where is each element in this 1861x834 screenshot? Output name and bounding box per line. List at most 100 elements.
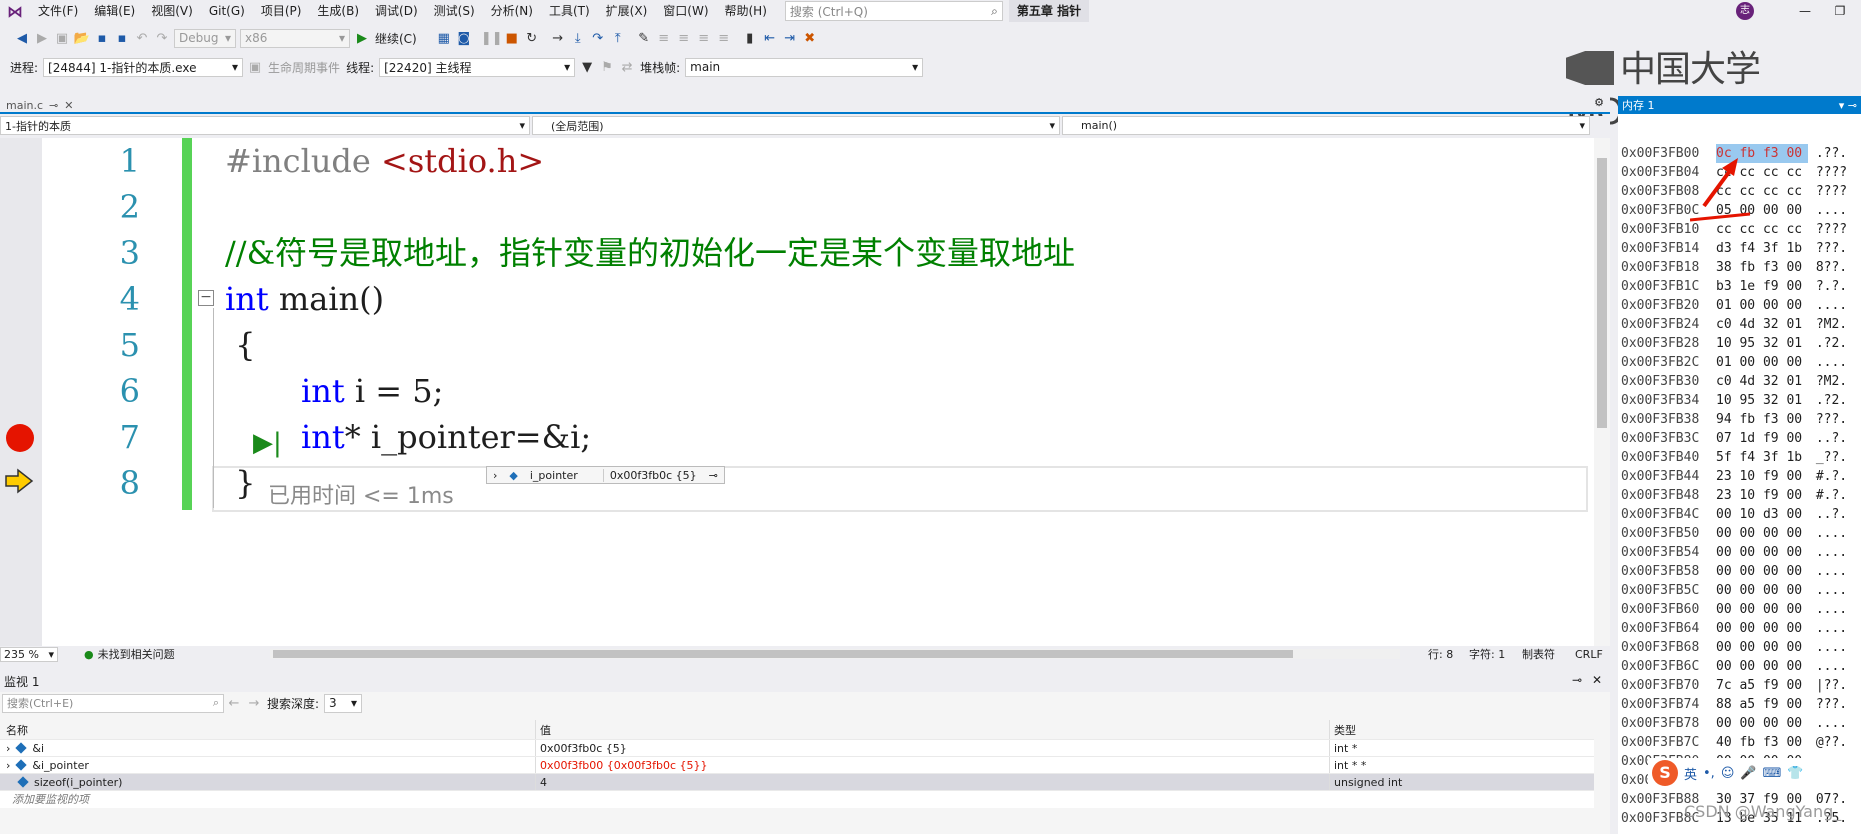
memory-row[interactable]: 0x00F3FB54 00 00 00 00 .... bbox=[1618, 543, 1861, 562]
menu-view[interactable]: 视图(V) bbox=[143, 0, 201, 22]
datatip[interactable]: › ◆ i_pointer 0x00f3fb0c {5} ⊸ bbox=[486, 466, 725, 484]
add-watch-item[interactable]: 添加要监视的项 bbox=[0, 791, 1594, 808]
pin-icon[interactable]: ⊸ bbox=[49, 99, 58, 112]
memory-bytes[interactable]: 40 fb f3 00 bbox=[1716, 733, 1808, 752]
horizontal-scrollbar[interactable] bbox=[270, 649, 1400, 659]
memory-bytes[interactable]: 00 00 00 00 bbox=[1716, 600, 1808, 619]
memory-row[interactable]: 0x00F3FB74 88 a5 f9 00 ???. bbox=[1618, 695, 1861, 714]
memory-row[interactable]: 0x00F3FB78 00 00 00 00 .... bbox=[1618, 714, 1861, 733]
memory-bytes[interactable]: c0 4d 32 01 bbox=[1716, 315, 1808, 334]
tab-main-c[interactable]: main.c ⊸ ✕ bbox=[0, 96, 79, 114]
memory-bytes[interactable]: 07 1d f9 00 bbox=[1716, 429, 1808, 448]
lifecycle-icon[interactable]: ▣ bbox=[245, 57, 265, 77]
forward-icon[interactable]: ▶ bbox=[32, 28, 52, 48]
memory-bytes[interactable]: 00 00 00 00 bbox=[1716, 543, 1808, 562]
menu-build[interactable]: 生成(B) bbox=[309, 0, 367, 22]
watch-search-input[interactable]: 搜索(Ctrl+E) ⌕ bbox=[2, 693, 224, 713]
search-back-icon[interactable]: ← bbox=[224, 693, 244, 713]
column-header-name[interactable]: 名称 bbox=[0, 720, 536, 739]
memory-row[interactable]: 0x00F3FB68 00 00 00 00 .... bbox=[1618, 638, 1861, 657]
column-header-type[interactable]: 类型 bbox=[1330, 720, 1594, 739]
save-all-icon[interactable]: ▪ bbox=[112, 28, 132, 48]
pin-icon[interactable]: ▾ ⊸ bbox=[1839, 99, 1857, 112]
menu-edit[interactable]: 编辑(E) bbox=[86, 0, 143, 22]
close-icon[interactable]: ✕ bbox=[1592, 673, 1602, 687]
memory-row[interactable]: 0x00F3FB30 c0 4d 32 01 ?M2. bbox=[1618, 372, 1861, 391]
bookmark-icon[interactable]: ▮ bbox=[740, 28, 760, 48]
search-forward-icon[interactable]: → bbox=[244, 693, 264, 713]
memory-row[interactable]: 0x00F3FB2C 01 00 00 00 .... bbox=[1618, 353, 1861, 372]
memory-row[interactable]: 0x00F3FB34 10 95 32 01 .?2. bbox=[1618, 391, 1861, 410]
scope-select[interactable]: (全局范围) ▾ bbox=[532, 116, 1060, 135]
camera-icon[interactable]: ◙ bbox=[454, 28, 474, 48]
menu-file[interactable]: 文件(F) bbox=[30, 0, 86, 22]
menu-tools[interactable]: 工具(T) bbox=[541, 0, 598, 22]
outdent-icon[interactable]: ≡ bbox=[714, 28, 734, 48]
memory-bytes[interactable]: 00 00 00 00 bbox=[1716, 524, 1808, 543]
menu-test[interactable]: 测试(S) bbox=[426, 0, 483, 22]
memory-row[interactable]: 0x00F3FB60 00 00 00 00 .... bbox=[1618, 600, 1861, 619]
memory-bytes[interactable]: 5f f4 3f 1b bbox=[1716, 448, 1808, 467]
memory-bytes[interactable]: b3 1e f9 00 bbox=[1716, 277, 1808, 296]
clear-bookmarks-icon[interactable]: ✖ bbox=[800, 28, 820, 48]
memory-bytes[interactable]: 00 00 00 00 bbox=[1716, 714, 1808, 733]
memory-row[interactable]: 0x00F3FB44 23 10 f9 00 #.?. bbox=[1618, 467, 1861, 486]
new-item-icon[interactable]: ▣ bbox=[52, 28, 72, 48]
menu-git[interactable]: Git(G) bbox=[201, 0, 253, 22]
depth-select[interactable]: 3 ▾ bbox=[324, 693, 363, 713]
memory-row[interactable]: 0x00F3FB48 23 10 f9 00 #.?. bbox=[1618, 486, 1861, 505]
stop-icon[interactable]: ■ bbox=[502, 28, 522, 48]
step-into-icon[interactable]: ⤓ bbox=[568, 28, 588, 48]
watch-row[interactable]: sizeof(i_pointer) 4 unsigned int bbox=[0, 774, 1594, 791]
memory-row[interactable]: 0x00F3FB6C 00 00 00 00 .... bbox=[1618, 657, 1861, 676]
save-icon[interactable]: ▪ bbox=[92, 28, 112, 48]
memory-bytes[interactable]: 00 00 00 00 bbox=[1716, 638, 1808, 657]
close-icon[interactable]: ✕ bbox=[64, 99, 73, 112]
ime-language[interactable]: 英 bbox=[1684, 764, 1697, 783]
menu-help[interactable]: 帮助(H) bbox=[717, 0, 775, 22]
memory-bytes[interactable]: 38 fb f3 00 bbox=[1716, 258, 1808, 277]
scroll-thumb[interactable] bbox=[1597, 158, 1607, 428]
memory-bytes[interactable]: 01 00 00 00 bbox=[1716, 353, 1808, 372]
flag-icon[interactable]: ⚑ bbox=[597, 57, 617, 77]
memory-bytes[interactable]: 7c a5 f9 00 bbox=[1716, 676, 1808, 695]
continue-button[interactable]: 继续(C) bbox=[375, 30, 417, 47]
next-bookmark-icon[interactable]: ⇥ bbox=[780, 28, 800, 48]
vertical-scrollbar[interactable] bbox=[1594, 138, 1610, 646]
pause-icon[interactable]: ❚❚ bbox=[481, 28, 503, 48]
memory-bytes[interactable]: c0 4d 32 01 bbox=[1716, 372, 1808, 391]
memory-bytes[interactable]: 88 a5 f9 00 bbox=[1716, 695, 1808, 714]
memory-bytes[interactable]: 00 00 00 00 bbox=[1716, 562, 1808, 581]
memory-row[interactable]: 0x00F3FB1C b3 1e f9 00 ?.?. bbox=[1618, 277, 1861, 296]
skin-icon[interactable]: 👕 bbox=[1787, 766, 1803, 781]
configuration-select[interactable]: Debug ▾ bbox=[174, 28, 236, 48]
user-avatar[interactable]: 志 bbox=[1736, 2, 1754, 20]
restart-icon[interactable]: ↻ bbox=[522, 28, 542, 48]
memory-bytes[interactable]: 10 95 32 01 bbox=[1716, 334, 1808, 353]
pin-icon[interactable]: ⊸ bbox=[703, 469, 724, 482]
menu-extensions[interactable]: 扩展(X) bbox=[598, 0, 656, 22]
watch-row[interactable]: › &i 0x00f3fb0c {5} int * bbox=[0, 740, 1594, 757]
expand-icon[interactable]: › bbox=[487, 469, 503, 482]
menu-project[interactable]: 项目(P) bbox=[253, 0, 310, 22]
expand-icon[interactable]: › bbox=[6, 742, 10, 755]
step-out-icon[interactable]: ⤒ bbox=[608, 28, 628, 48]
project-select[interactable]: 1-指针的本质 ▾ bbox=[0, 116, 530, 135]
show-next-statement-icon[interactable]: → bbox=[548, 28, 568, 48]
tabs-indicator[interactable]: 制表符 bbox=[1522, 646, 1555, 662]
minimize-icon[interactable]: — bbox=[1790, 0, 1820, 22]
hex-display-icon[interactable]: ✎ bbox=[634, 28, 654, 48]
memory-bytes[interactable]: 94 fb f3 00 bbox=[1716, 410, 1808, 429]
folder-icon[interactable]: ▦ bbox=[434, 28, 454, 48]
memory-row[interactable]: 0x00F3FB58 00 00 00 00 .... bbox=[1618, 562, 1861, 581]
pin-icon[interactable]: ⊸ bbox=[1572, 673, 1582, 687]
memory-bytes[interactable]: 23 10 f9 00 bbox=[1716, 486, 1808, 505]
prev-bookmark-icon[interactable]: ⇤ bbox=[760, 28, 780, 48]
memory-row[interactable]: 0x00F3FB40 5f f4 3f 1b _??. bbox=[1618, 448, 1861, 467]
watch-row[interactable]: › &i_pointer 0x00f3fb00 {0x00f3fb0c {5}} … bbox=[0, 757, 1594, 774]
breakpoint-icon[interactable] bbox=[6, 424, 34, 452]
keyboard-icon[interactable]: ⌨ bbox=[1763, 766, 1782, 781]
memory-row[interactable]: 0x00F3FB24 c0 4d 32 01 ?M2. bbox=[1618, 315, 1861, 334]
memory-row[interactable]: 0x00F3FB28 10 95 32 01 .?2. bbox=[1618, 334, 1861, 353]
memory-bytes[interactable]: 23 10 f9 00 bbox=[1716, 467, 1808, 486]
